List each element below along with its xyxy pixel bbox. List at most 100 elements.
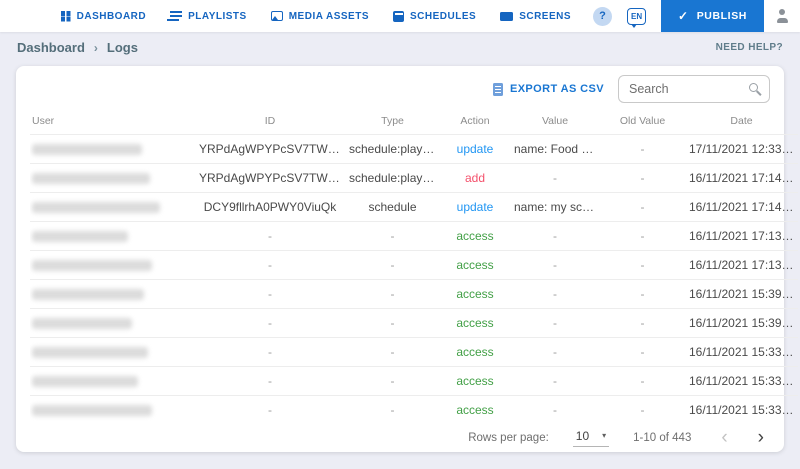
cell-type: schedule:playlists — [345, 134, 440, 163]
column-header-old-value: Old Value — [600, 108, 685, 134]
publish-label: PUBLISH — [697, 10, 747, 22]
column-header-type: Type — [345, 108, 440, 134]
rows-per-page-label: Rows per page: — [468, 432, 549, 444]
help-button[interactable]: ? — [593, 7, 612, 26]
csv-file-icon — [493, 83, 503, 96]
cell-value: - — [510, 163, 600, 192]
cell-action: access — [440, 250, 510, 279]
logs-card: EXPORT AS CSV User ID Type Action Value … — [16, 66, 784, 452]
logs-table-body: YRPdAgWPYPcSV7TWF4CDschedule:playlistsup… — [30, 134, 798, 424]
column-header-value: Value — [510, 108, 600, 134]
cell-value: - — [510, 279, 600, 308]
column-header-id: ID — [195, 108, 345, 134]
cell-type: - — [345, 279, 440, 308]
redacted-user-text — [32, 376, 138, 387]
check-icon: ✓ — [678, 9, 689, 23]
nav-item-schedules[interactable]: SCHEDULES — [393, 11, 476, 22]
cell-action: access — [440, 366, 510, 395]
cell-old-value: - — [600, 366, 685, 395]
top-nav: DASHBOARD PLAYLISTS MEDIA ASSETS SCHEDUL… — [0, 0, 800, 32]
nav-item-playlists[interactable]: PLAYLISTS — [170, 11, 247, 22]
nav-item-media-assets[interactable]: MEDIA ASSETS — [271, 11, 369, 22]
cell-date: 16/11/2021 17:14:09 — [685, 163, 798, 192]
previous-page-button[interactable]: ‹ — [721, 428, 727, 447]
redacted-user-text — [32, 202, 160, 213]
cell-value: name: Food Menus — [510, 134, 600, 163]
caret-down-icon: ▾ — [602, 431, 606, 440]
cell-id: - — [195, 308, 345, 337]
cell-old-value: - — [600, 221, 685, 250]
cell-user — [30, 250, 195, 279]
monitor-icon — [500, 12, 513, 21]
question-mark-icon: ? — [599, 10, 606, 22]
nav-item-screens[interactable]: SCREENS — [500, 11, 571, 22]
cell-action: add — [440, 163, 510, 192]
table-row: --access--16/11/2021 15:33:44 — [30, 366, 798, 395]
cell-date: 16/11/2021 15:33:45 — [685, 337, 798, 366]
pagination: Rows per page: 10 ▾ 1-10 of 443 ‹ › — [30, 424, 770, 451]
cell-value: - — [510, 366, 600, 395]
redacted-user-text — [32, 405, 152, 416]
cell-old-value: - — [600, 134, 685, 163]
cell-type: - — [345, 395, 440, 424]
image-icon — [271, 11, 283, 21]
column-header-action: Action — [440, 108, 510, 134]
cell-type: - — [345, 366, 440, 395]
cell-id: - — [195, 395, 345, 424]
breadcrumb-dashboard[interactable]: Dashboard — [17, 40, 85, 55]
table-header-row: User ID Type Action Value Old Value Date — [30, 108, 798, 134]
search-icon[interactable] — [748, 82, 762, 96]
publish-button[interactable]: ✓ PUBLISH — [661, 0, 764, 32]
redacted-user-text — [32, 289, 144, 300]
cell-id: YRPdAgWPYPcSV7TWF4CD — [195, 163, 345, 192]
cell-value: - — [510, 308, 600, 337]
cell-user — [30, 337, 195, 366]
cell-user — [30, 308, 195, 337]
table-row: YRPdAgWPYPcSV7TWF4CDschedule:playlistsad… — [30, 163, 798, 192]
table-row: --access--16/11/2021 17:13:36 — [30, 221, 798, 250]
chevron-right-icon: › — [94, 41, 98, 55]
cell-value: - — [510, 395, 600, 424]
nav-label: PLAYLISTS — [188, 11, 247, 22]
redacted-user-text — [32, 318, 132, 329]
table-row: YRPdAgWPYPcSV7TWF4CDschedule:playlistsup… — [30, 134, 798, 163]
rows-per-page-select[interactable]: 10 ▾ — [573, 429, 609, 447]
cell-old-value: - — [600, 308, 685, 337]
cell-action: access — [440, 279, 510, 308]
next-page-button[interactable]: › — [758, 428, 764, 447]
cell-old-value: - — [600, 337, 685, 366]
cell-action: update — [440, 134, 510, 163]
cell-action: update — [440, 192, 510, 221]
cell-action: access — [440, 337, 510, 366]
cell-old-value: - — [600, 192, 685, 221]
cell-value: - — [510, 221, 600, 250]
redacted-user-text — [32, 173, 150, 184]
cell-type: - — [345, 308, 440, 337]
calendar-icon — [393, 11, 404, 22]
language-button[interactable]: EN — [627, 8, 646, 25]
nav-item-dashboard[interactable]: DASHBOARD — [61, 11, 147, 22]
cell-action: access — [440, 308, 510, 337]
nav-label: SCHEDULES — [410, 11, 476, 22]
pagination-controls: ‹ › — [721, 428, 764, 447]
nav-label: SCREENS — [519, 11, 571, 22]
cell-date: 17/11/2021 12:33:24 — [685, 134, 798, 163]
playlist-lines-icon — [170, 11, 182, 21]
cell-type: - — [345, 221, 440, 250]
table-row: --access--16/11/2021 15:33:45 — [30, 337, 798, 366]
cell-user — [30, 221, 195, 250]
table-row: --access--16/11/2021 15:39:54 — [30, 308, 798, 337]
export-csv-button[interactable]: EXPORT AS CSV — [493, 83, 604, 96]
redacted-user-text — [32, 347, 148, 358]
table-row: DCY9fllrhA0PWY0ViuQkscheduleupdatename: … — [30, 192, 798, 221]
dashboard-grid-icon — [61, 11, 71, 21]
cell-user — [30, 395, 195, 424]
cell-old-value: - — [600, 250, 685, 279]
nav-items: DASHBOARD PLAYLISTS MEDIA ASSETS SCHEDUL… — [61, 11, 571, 22]
cell-date: 16/11/2021 15:39:54 — [685, 308, 798, 337]
cell-id: - — [195, 337, 345, 366]
column-header-user: User — [30, 108, 195, 134]
cell-user — [30, 192, 195, 221]
need-help-link[interactable]: NEED HELP? — [716, 42, 783, 53]
user-account-button[interactable] — [764, 9, 800, 23]
